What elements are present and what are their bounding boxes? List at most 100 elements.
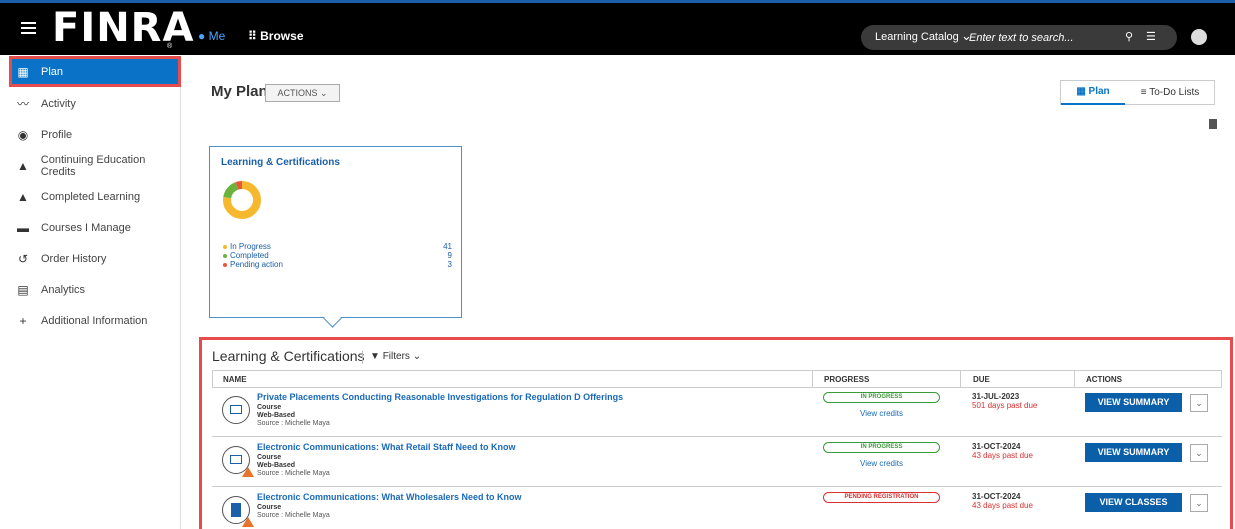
search-category[interactable]: Learning Catalog [875,31,959,43]
course-type: Course [257,454,282,461]
legend-count: 9 [447,251,452,260]
plus-icon: + [19,313,27,328]
document-icon[interactable] [1209,119,1217,129]
sidebar-item-label: Continuing Education Credits [40,153,146,178]
sidebar-item-label: Courses I Manage [41,221,131,234]
learning-section: Learning & Certifications ▼ Filters ⌄ NA… [199,337,1233,529]
divider [1074,371,1075,388]
past-due-text: 43 days past due [972,501,1033,510]
nav-browse[interactable]: ⠿ Browse [248,29,304,43]
table-row: Electronic Communications: What Retail S… [212,438,1222,487]
search-icon[interactable]: ⚲ [1125,30,1133,43]
course-title-link[interactable]: Private Placements Conducting Reasonable… [257,392,623,402]
card-title: Learning & Certifications [221,157,340,168]
legend-in-progress[interactable]: In Progress 41 [223,242,452,251]
legend-dot [223,253,227,258]
search-input[interactable] [969,28,1109,47]
table-row: Electronic Communications: What Wholesal… [212,488,1222,529]
sidebar-item-label: Activity [41,97,76,110]
legend-count: 3 [447,260,452,269]
registered-mark: ® [167,43,173,50]
warning-icon [242,517,254,527]
divider [960,371,961,388]
row-actions-dropdown[interactable]: ⌄ [1190,444,1208,462]
nav-me[interactable]: ● Me [198,29,225,43]
legend-completed[interactable]: Completed 9 [223,251,452,260]
top-bar: FINRA ® ● Me ⠿ Browse Learning Catalog ⌄… [0,0,1235,55]
history-icon: ↺ [17,251,29,266]
sidebar-item-courses-i-manage[interactable]: ▬ Courses I Manage [9,212,181,243]
section-title: Learning & Certifications [212,348,365,364]
past-due-text: 43 days past due [972,451,1033,460]
course-mode: Web-Based [257,412,295,419]
view-tabs: ▦ Plan ≡ To-Do Lists [1060,80,1215,105]
graduation-cap-icon: ▲ [16,158,29,173]
tab-plan[interactable]: ▦ Plan [1061,81,1125,105]
chevron-down-icon: ⌄ [1195,448,1203,458]
status-badge: PENDING REGISTRATION [823,492,940,503]
hamburger-menu-icon[interactable] [21,22,36,37]
due-date: 31-JUL-2023 [972,392,1020,401]
due-date: 31-OCT-2024 [972,492,1021,501]
view-summary-button[interactable]: VIEW SUMMARY [1085,393,1182,412]
learning-certifications-card[interactable]: Learning & Certifications In Progress 41… [209,146,462,318]
dashboard-icon: ▦ [17,64,29,79]
view-classes-button[interactable]: VIEW CLASSES [1085,493,1182,512]
dashboard-icon: ▦ [1076,86,1086,97]
filters-button[interactable]: ▼ Filters ⌄ [370,351,421,362]
legend-count: 41 [443,242,452,251]
view-summary-button[interactable]: VIEW SUMMARY [1085,443,1182,462]
view-credits-link[interactable]: View credits [823,409,940,418]
list-icon: ≡ [1140,87,1147,98]
avatar[interactable] [1191,29,1207,45]
sidebar-item-activity[interactable]: 〰 Activity [9,88,181,119]
legend-pending-action[interactable]: Pending action 3 [223,260,452,269]
sidebar-item-label: Order History [41,252,107,265]
course-source: Source : Michelle Maya [257,512,330,519]
filter-icon: ▼ [370,351,380,362]
row-actions-dropdown[interactable]: ⌄ [1190,494,1208,512]
legend-dot [223,244,227,249]
book-icon: ▬ [17,220,29,235]
web-course-icon [222,396,250,424]
sidebar-item-label: Additional Information [41,314,148,327]
course-type: Course [257,404,282,411]
col-due[interactable]: DUE [973,375,990,384]
filter-settings-icon[interactable]: ☰ [1146,30,1156,43]
sidebar-item-label: Analytics [41,283,86,296]
tab-to-do-lists[interactable]: ≡ To-Do Lists [1125,81,1215,105]
col-progress[interactable]: PROGRESS [824,375,869,384]
course-source: Source : Michelle Maya [257,420,330,427]
profile-icon: ◉ [17,127,29,142]
sidebar-item-order-history[interactable]: ↺ Order History [9,243,181,274]
divider [812,371,813,388]
sidebar-item-additional-info[interactable]: + Additional Information [9,305,181,336]
sidebar-item-plan[interactable]: ▦ Plan [9,56,181,87]
grid-icon: ⠿ [248,29,257,43]
sidebar-item-label: Completed Learning [41,190,141,203]
legend-dot [223,262,227,267]
sidebar-item-ce-credits[interactable]: ▲ Continuing Education Credits [9,150,181,181]
activity-trend-icon: 〰 [16,97,29,111]
book-course-icon [222,496,254,527]
row-actions-dropdown[interactable]: ⌄ [1190,394,1208,412]
user-circle-icon: ● [198,29,206,43]
view-credits-link[interactable]: View credits [823,459,940,468]
sidebar-item-analytics[interactable]: ▤ Analytics [9,274,181,305]
col-name[interactable]: NAME [223,375,247,384]
sidebar-item-profile[interactable]: ◉ Profile [9,119,181,150]
due-date: 31-OCT-2024 [972,442,1021,451]
course-title-link[interactable]: Electronic Communications: What Retail S… [257,442,516,452]
course-source: Source : Michelle Maya [257,470,330,477]
status-badge: IN PROGRESS [823,442,940,453]
col-actions[interactable]: ACTIONS [1086,375,1122,384]
course-mode: Web-Based [257,462,295,469]
actions-button[interactable]: ACTIONS ⌄ [265,84,340,102]
search-bar: Learning Catalog ⌄ ⚲ ☰ [861,25,1177,50]
past-due-text: 501 days past due [972,401,1038,410]
course-title-link[interactable]: Electronic Communications: What Wholesal… [257,492,522,502]
sidebar-item-completed-learning[interactable]: ▲ Completed Learning [9,181,181,212]
page-title: My Plan [211,83,268,100]
finra-logo[interactable]: FINRA [52,8,194,48]
divider [362,351,363,364]
